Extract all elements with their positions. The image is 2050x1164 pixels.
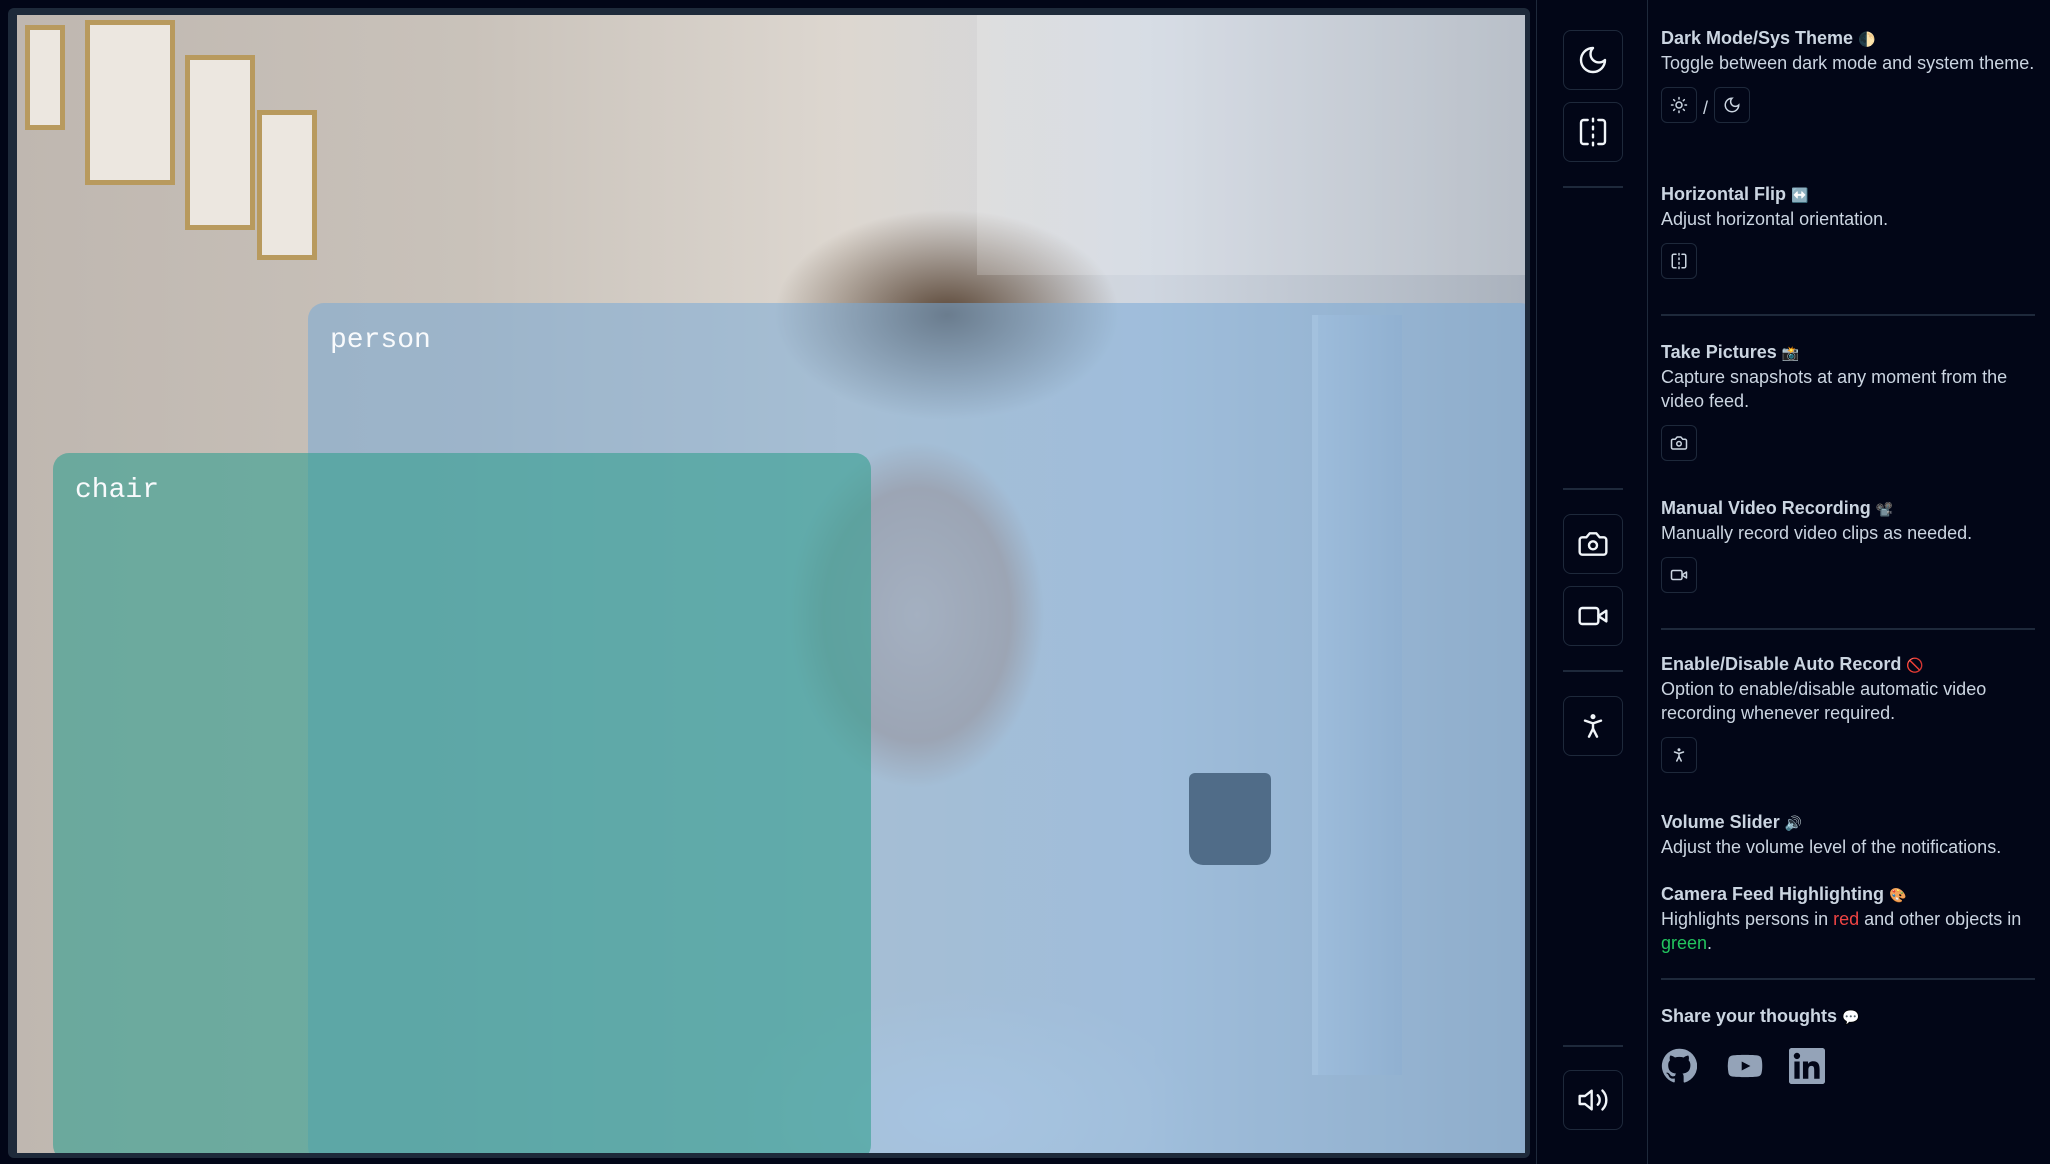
ceiling — [977, 15, 1525, 275]
camera-mini-button[interactable] — [1661, 425, 1697, 461]
feature-title: Dark Mode/Sys Theme 🌓 — [1661, 28, 1876, 48]
volume-icon — [1578, 1089, 1608, 1111]
toolbar-divider — [1563, 1045, 1623, 1047]
person-standing-icon — [1583, 714, 1603, 738]
flip-horizontal-icon — [1579, 117, 1607, 147]
feature-description: Option to enable/disable automatic video… — [1661, 679, 1987, 723]
detection-label: person — [330, 325, 431, 356]
record-video-button[interactable] — [1563, 586, 1623, 646]
auto-record-button[interactable] — [1563, 696, 1623, 756]
moon-icon — [1579, 46, 1607, 74]
linkedin-icon[interactable] — [1789, 1048, 1825, 1084]
feature-volume: Volume Slider 🔊 Adjust the volume level … — [1661, 810, 2036, 859]
feature-title: Share your thoughts 💬 — [1661, 1006, 1860, 1026]
camera-icon — [1670, 436, 1688, 450]
feature-title: Enable/Disable Auto Record 🚫 — [1661, 654, 1924, 674]
feature-description: Manually record video clips as needed. — [1661, 523, 1973, 543]
feature-title: Volume Slider 🔊 — [1661, 812, 1803, 832]
app-root: person chair Dark Mode/Sys Theme 🌓 Toggl… — [0, 0, 2050, 1164]
moon-icon — [1724, 97, 1740, 113]
github-icon[interactable] — [1661, 1048, 1698, 1084]
feature-flip: Horizontal Flip ↔️ Adjust horizontal ori… — [1661, 182, 2036, 279]
video-mini-button[interactable] — [1661, 557, 1697, 593]
feature-title: Horizontal Flip ↔️ — [1661, 184, 1809, 204]
wall-picture — [85, 20, 175, 185]
camera-frame: person chair — [8, 8, 1530, 1158]
toolbar-divider — [1563, 186, 1623, 188]
light-theme-button[interactable] — [1661, 87, 1697, 123]
feature-title: Take Pictures 📸 — [1661, 342, 1800, 362]
feature-title: Manual Video Recording 📽️ — [1661, 498, 1894, 518]
social-links — [1661, 1048, 1825, 1084]
camera-icon — [1578, 532, 1608, 556]
help-panel: Dark Mode/Sys Theme 🌓 Toggle between dar… — [1661, 0, 2041, 1164]
sun-icon — [1670, 96, 1688, 114]
flip-horizontal-icon — [1671, 252, 1687, 270]
feature-auto-record: Enable/Disable Auto Record 🚫 Option to e… — [1661, 652, 2036, 773]
feature-description: Capture snapshots at any moment from the… — [1661, 367, 2008, 411]
feature-title: Camera Feed Highlighting 🎨 — [1661, 884, 1907, 904]
panel-divider — [1661, 628, 2035, 630]
feature-description: Toggle between dark mode and system them… — [1661, 53, 2035, 73]
detection-label: chair — [75, 475, 160, 506]
toolbar-divider — [1563, 670, 1623, 672]
feature-description: Adjust horizontal orientation. — [1661, 209, 1889, 229]
auto-record-mini-button[interactable] — [1661, 737, 1697, 773]
video-icon — [1578, 606, 1608, 626]
theme-toggle-button[interactable] — [1563, 30, 1623, 90]
feature-pictures: Take Pictures 📸 Capture snapshots at any… — [1661, 340, 2036, 461]
panel-divider — [1661, 978, 2035, 980]
feature-highlight: Camera Feed Highlighting 🎨 Highlights pe… — [1661, 882, 2036, 955]
flip-mini-button[interactable] — [1661, 243, 1697, 279]
wall-picture — [257, 110, 317, 260]
separator-text: / — [1703, 97, 1709, 118]
flip-button[interactable] — [1563, 102, 1623, 162]
feature-description: Highlights persons in red and other obje… — [1661, 909, 2022, 953]
feature-theme: Dark Mode/Sys Theme 🌓 Toggle between dar… — [1661, 26, 2036, 123]
camera-feed: person chair — [17, 15, 1525, 1153]
dark-theme-button[interactable] — [1714, 87, 1751, 123]
video-icon — [1670, 569, 1688, 581]
wall-picture — [25, 25, 65, 130]
volume-button[interactable] — [1563, 1070, 1623, 1130]
wall-picture — [185, 55, 255, 230]
take-picture-button[interactable] — [1563, 514, 1623, 574]
toolbar — [1536, 0, 1648, 1164]
feature-recording: Manual Video Recording 📽️ Manually recor… — [1661, 496, 2036, 593]
panel-divider — [1661, 314, 2035, 316]
youtube-icon[interactable] — [1725, 1048, 1763, 1084]
person-standing-icon — [1673, 748, 1685, 762]
feature-description: Adjust the volume level of the notificat… — [1661, 837, 2002, 857]
toolbar-divider — [1563, 488, 1623, 490]
feature-share: Share your thoughts 💬 — [1661, 1004, 2036, 1029]
detection-box-chair: chair — [53, 453, 871, 1153]
